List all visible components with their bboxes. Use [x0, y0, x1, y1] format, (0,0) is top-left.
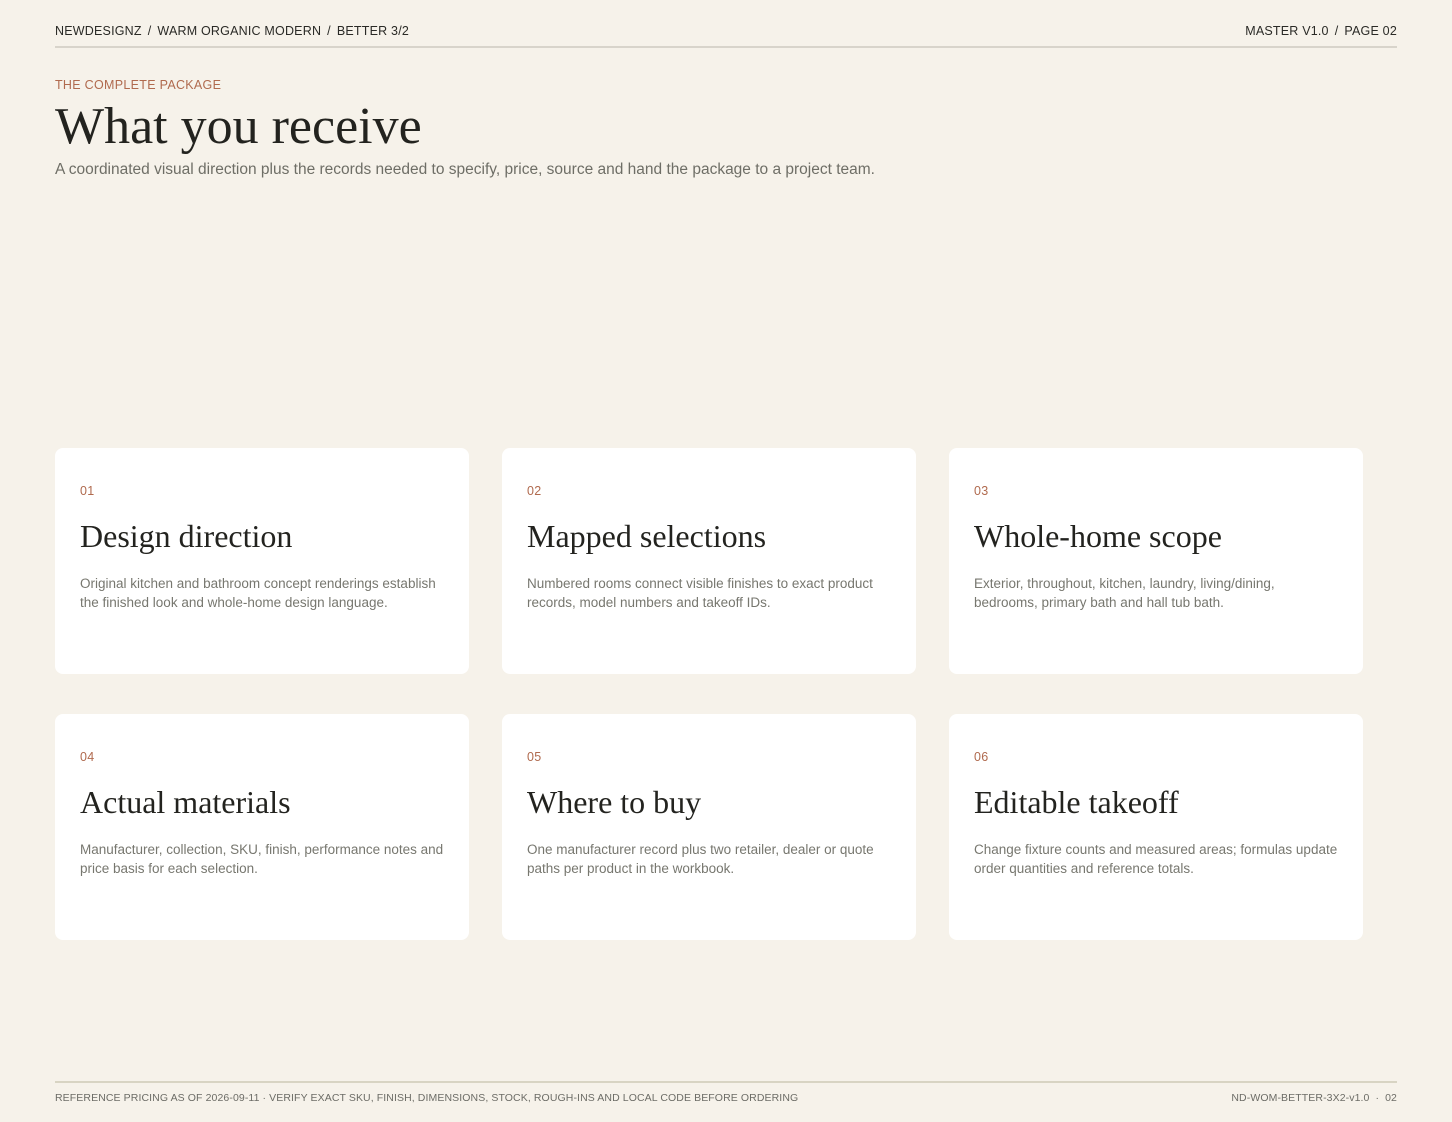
footer-page-number: 02 — [1385, 1092, 1397, 1104]
feature-card: 03 Whole-home scope Exterior, throughout… — [949, 448, 1363, 674]
doc-id: ND-WOM-BETTER-3X2-v1.0 — [1231, 1092, 1370, 1104]
feature-card: 04 Actual materials Manufacturer, collec… — [55, 714, 469, 940]
version-label: MASTER V1.0 — [1245, 24, 1329, 38]
card-description: Numbered rooms connect visible finishes … — [527, 576, 873, 611]
card-title: Actual materials — [80, 784, 291, 820]
feature-card: 02 Mapped selections Numbered rooms conn… — [502, 448, 916, 674]
breadcrumb-item: BETTER 3/2 — [336, 24, 410, 38]
page-indicator: MASTER V1.0/PAGE 02 — [1245, 24, 1397, 38]
card-title: Editable takeoff — [974, 784, 1179, 820]
card-title: Mapped selections — [527, 518, 767, 554]
footer-disclaimer: REFERENCE PRICING AS OF 2026-09-11 · VER… — [55, 1092, 799, 1104]
card-number: 01 — [80, 484, 95, 498]
card-number: 03 — [974, 484, 989, 498]
card-description: Original kitchen and bathroom concept re… — [80, 576, 436, 611]
card-description: One manufacturer record plus two retaile… — [527, 842, 874, 877]
card-description: Exterior, throughout, kitchen, laundry, … — [974, 576, 1275, 611]
footer: REFERENCE PRICING AS OF 2026-09-11 · VER… — [55, 1081, 1397, 1104]
footer-doc-info: ND-WOM-BETTER-3X2-v1.0 · 02 — [1231, 1092, 1397, 1104]
card-description: Manufacturer, collection, SKU, finish, p… — [80, 842, 444, 877]
page-label: PAGE 02 — [1344, 24, 1397, 38]
breadcrumb-item: NEWDESIGNZ — [55, 24, 142, 38]
page-subtitle: A coordinated visual direction plus the … — [55, 161, 875, 178]
breadcrumb: NEWDESIGNZ / WARM ORGANIC MODERN / BETTER 3/… — [55, 24, 410, 38]
card-number: 06 — [974, 750, 989, 764]
top-bar: NEWDESIGNZ / WARM ORGANIC MODERN / BETTER 3/… — [55, 24, 1397, 48]
card-title: Whole-home scope — [974, 518, 1222, 554]
footer-separator: · — [1375, 1092, 1380, 1104]
feature-card: 05 Where to buy One manufacturer record … — [502, 714, 916, 940]
feature-card: 01 Design direction Original kitchen and… — [55, 448, 469, 674]
page-title: What you receive — [55, 98, 422, 155]
card-number: 05 — [527, 750, 542, 764]
feature-grid: 01 Design direction Original kitchen and… — [55, 448, 1363, 940]
card-description: Change fixture counts and measured areas… — [974, 842, 1338, 877]
breadcrumb-item: WARM ORGANIC MODERN — [157, 24, 322, 38]
card-number: 02 — [527, 484, 542, 498]
card-title: Where to buy — [527, 784, 702, 820]
eyebrow-label: THE COMPLETE PACKAGE — [55, 78, 222, 92]
card-title: Design direction — [80, 518, 293, 554]
card-number: 04 — [80, 750, 95, 764]
feature-card: 06 Editable takeoff Change fixture count… — [949, 714, 1363, 940]
